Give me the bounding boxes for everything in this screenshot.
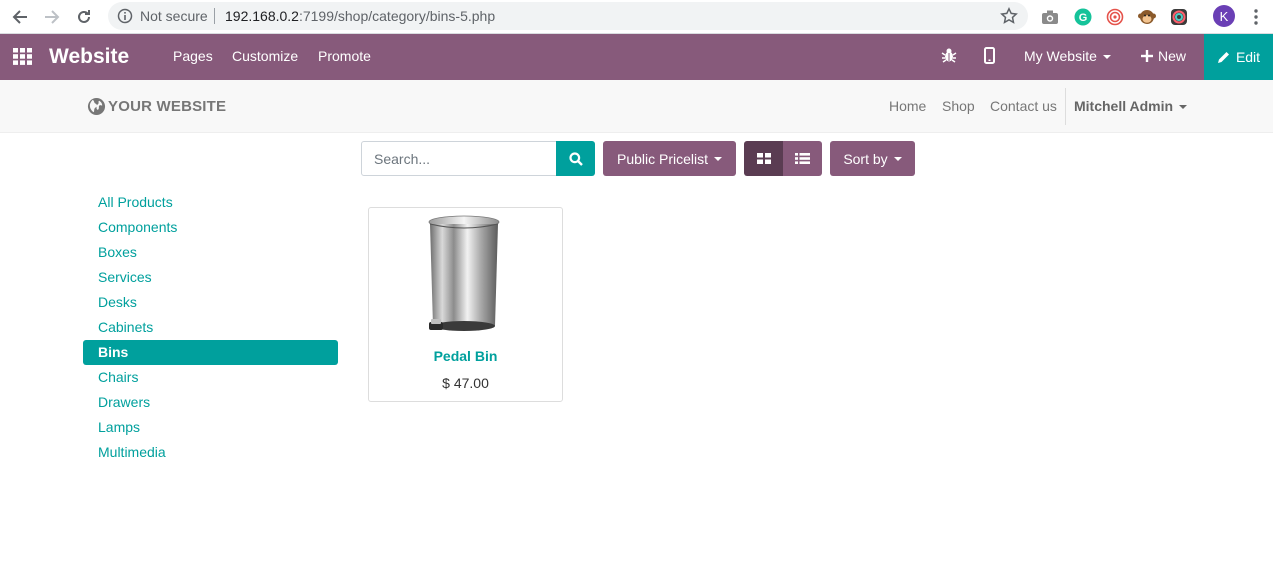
header-divider: [1065, 88, 1066, 125]
sort-label: Sort by: [843, 150, 888, 167]
search-icon: [568, 151, 583, 166]
sort-dropdown[interactable]: Sort by: [830, 141, 915, 176]
nav-link-contact[interactable]: Contact us: [990, 98, 1057, 114]
user-name: Mitchell Admin: [1074, 98, 1174, 114]
edit-button[interactable]: Edit: [1204, 34, 1273, 80]
bookmark-star-icon[interactable]: [1000, 7, 1018, 30]
menu-promote[interactable]: Promote: [318, 48, 371, 64]
category-drawers[interactable]: Drawers: [83, 390, 338, 415]
pricelist-caret-icon: [714, 156, 723, 161]
category-boxes[interactable]: Boxes: [83, 240, 338, 265]
caret-down-icon: [1102, 55, 1111, 60]
pedal-bin-image[interactable]: [427, 214, 503, 341]
browser-menu-icon[interactable]: [1246, 7, 1266, 27]
list-icon: [795, 153, 810, 164]
website-switcher[interactable]: My Website: [1024, 48, 1111, 64]
mobile-preview-icon[interactable]: [984, 47, 995, 69]
url-host: 192.168.0.2: [225, 8, 299, 24]
pencil-icon: [1217, 51, 1229, 63]
category-sidebar: All Products Components Boxes Services D…: [83, 190, 338, 465]
address-bar[interactable]: Not secure 192.168.0.2:7199/shop/categor…: [108, 2, 1028, 30]
camera-icon[interactable]: [1040, 7, 1060, 27]
pricelist-label: Public Pricelist: [616, 150, 709, 167]
category-multimedia[interactable]: Multimedia: [83, 440, 338, 465]
new-button-label: New: [1158, 48, 1187, 64]
back-arrow-icon[interactable]: [10, 7, 30, 27]
url-text[interactable]: 192.168.0.2:7199/shop/category/bins-5.ph…: [225, 8, 495, 24]
website-header: YOUR WEBSITE Home Shop Contact us Mitche…: [0, 80, 1273, 133]
category-desks[interactable]: Desks: [83, 290, 338, 315]
menu-customize[interactable]: Customize: [232, 48, 298, 64]
category-lamps[interactable]: Lamps: [83, 415, 338, 440]
grammarly-icon[interactable]: G: [1073, 7, 1093, 27]
user-caret-icon: [1179, 105, 1188, 110]
edit-button-label: Edit: [1235, 49, 1261, 65]
category-services[interactable]: Services: [83, 265, 338, 290]
category-components[interactable]: Components: [83, 215, 338, 240]
user-menu[interactable]: Mitchell Admin: [1074, 98, 1188, 114]
svg-text:G: G: [1079, 12, 1088, 24]
plus-icon: [1141, 50, 1153, 62]
product-price: $ 47.00: [442, 375, 489, 391]
product-search-input[interactable]: [361, 141, 557, 176]
site-logo[interactable]: YOUR WEBSITE: [87, 97, 226, 116]
menu-pages[interactable]: Pages: [173, 48, 213, 64]
nav-link-home[interactable]: Home: [889, 98, 926, 114]
url-path: :7199/shop/category/bins-5.php: [298, 8, 496, 24]
debug-bug-icon[interactable]: [941, 47, 957, 68]
site-logo-text: YOUR WEBSITE: [108, 98, 227, 115]
monkey-extension-icon[interactable]: [1137, 7, 1157, 27]
globe-icon: [87, 97, 106, 116]
reload-icon[interactable]: [74, 7, 94, 27]
color-picker-extension-icon[interactable]: [1169, 7, 1189, 27]
odoo-top-navbar: Website Pages Customize Promote My Websi…: [0, 34, 1273, 80]
new-content-button[interactable]: New: [1141, 48, 1186, 64]
search-button[interactable]: [556, 141, 595, 176]
product-card[interactable]: Pedal Bin $ 47.00: [368, 207, 563, 402]
pricelist-dropdown[interactable]: Public Pricelist: [603, 141, 736, 176]
list-view-button[interactable]: [783, 141, 822, 176]
grid-icon: [756, 153, 771, 164]
info-icon[interactable]: [117, 8, 133, 29]
spiral-extension-icon[interactable]: [1105, 7, 1125, 27]
grid-view-button[interactable]: [744, 141, 783, 176]
browser-toolbar: Not secure 192.168.0.2:7199/shop/categor…: [0, 0, 1273, 34]
nav-link-shop[interactable]: Shop: [942, 98, 975, 114]
apps-menu-icon[interactable]: [13, 48, 32, 70]
website-switcher-label: My Website: [1024, 48, 1097, 64]
category-bins[interactable]: Bins: [83, 340, 338, 365]
category-all-products[interactable]: All Products: [83, 190, 338, 215]
profile-avatar[interactable]: K: [1213, 5, 1235, 27]
app-brand[interactable]: Website: [49, 45, 129, 69]
security-label: Not secure: [140, 8, 208, 24]
category-chairs[interactable]: Chairs: [83, 365, 338, 390]
omnibox-divider: [214, 8, 215, 24]
sort-caret-icon: [893, 156, 902, 161]
forward-arrow-icon[interactable]: [42, 7, 62, 27]
category-cabinets[interactable]: Cabinets: [83, 315, 338, 340]
product-name[interactable]: Pedal Bin: [369, 348, 562, 364]
